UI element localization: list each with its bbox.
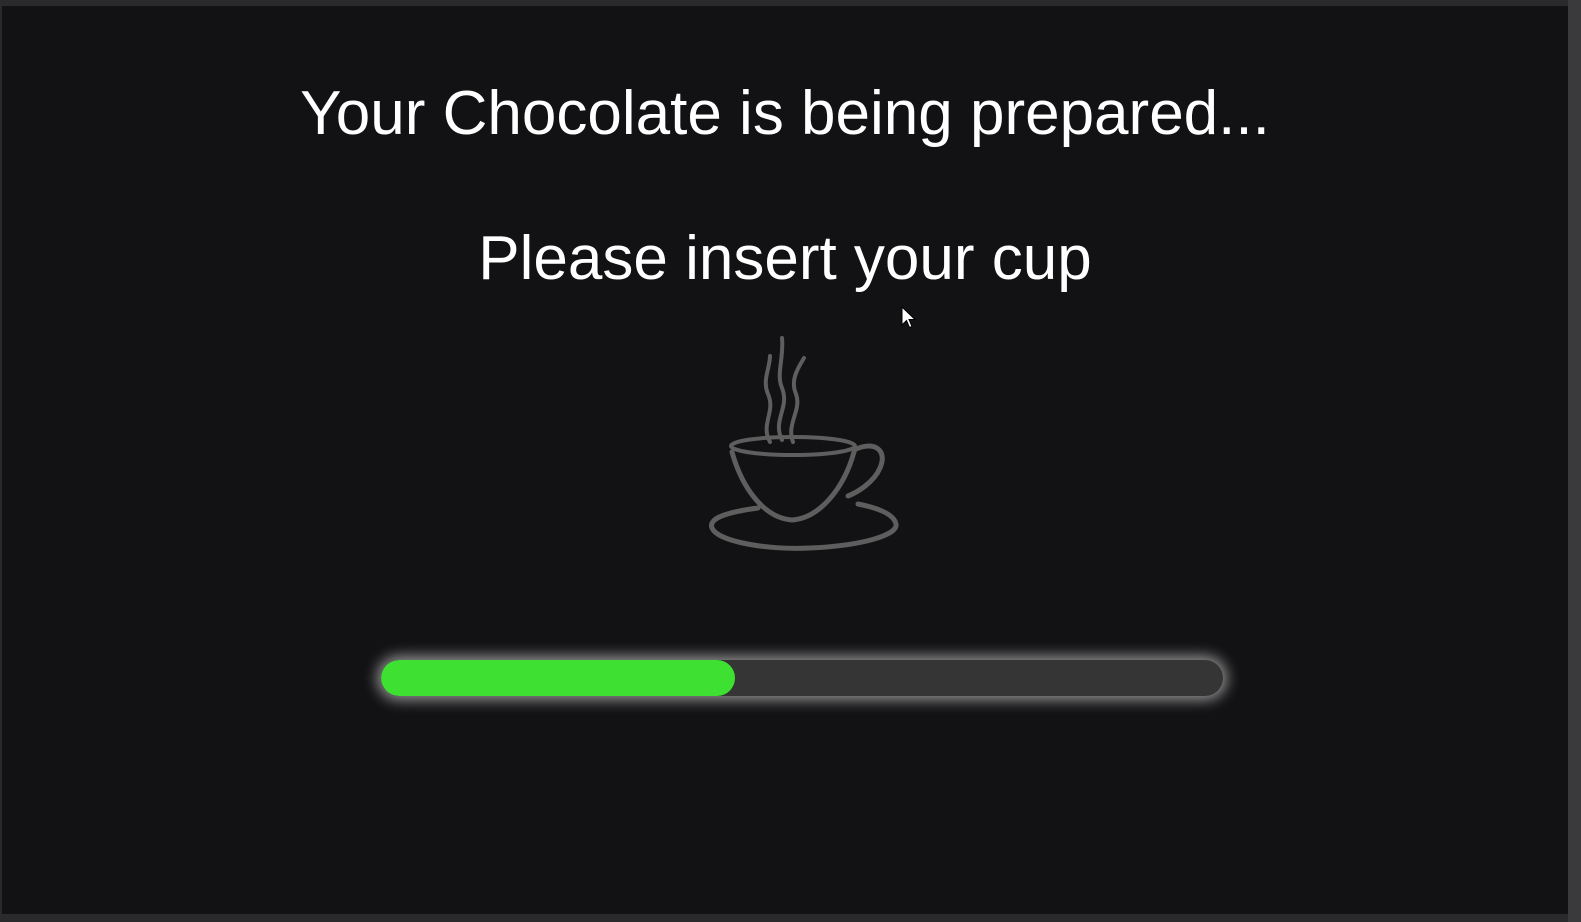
progress-bar-fill [381, 660, 735, 696]
window-right-border [1568, 0, 1581, 922]
preparation-screen: Your Chocolate is being prepared... Plea… [2, 6, 1568, 914]
insert-cup-instruction: Please insert your cup [478, 224, 1092, 293]
progress-bar [381, 660, 1223, 696]
coffee-cup-steam-icon [709, 336, 899, 551]
preparing-heading: Your Chocolate is being prepared... [300, 79, 1270, 148]
mouse-cursor-icon [901, 306, 917, 329]
